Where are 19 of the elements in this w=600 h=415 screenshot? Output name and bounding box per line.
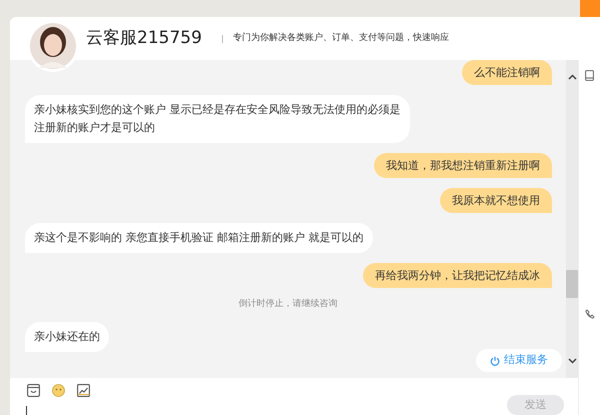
power-icon: [490, 356, 500, 366]
sent-message: 么不能注销啊: [462, 60, 552, 85]
received-message: 亲小妹核实到您的这个账户 显示已经是存在安全风险导致无法使用的必须是注册新的账户才是可以的: [25, 95, 410, 143]
sent-message: 再给我两分钟，让我把记忆结成冰: [363, 263, 552, 288]
agent-name: 云客服215759: [86, 26, 202, 50]
scroll-up-icon[interactable]: [568, 74, 576, 80]
shop-icon[interactable]: [27, 384, 40, 397]
phone-icon[interactable]: [584, 309, 594, 319]
scroll-down-icon[interactable]: [568, 358, 576, 364]
sent-message: 我原本就不想使用: [440, 188, 552, 213]
agent-tagline: 专门为你解决各类账户、订单、支付等问题，快速响应: [232, 32, 449, 45]
image-icon[interactable]: [77, 384, 90, 397]
received-message: 亲小妹还在的: [25, 322, 109, 352]
book-icon[interactable]: [585, 70, 594, 81]
scroll-thumb[interactable]: [566, 270, 578, 298]
received-message: 亲这个是不影响的 亲您直接手机验证 邮箱注册新的账户 就是可以的: [25, 223, 372, 253]
end-service-button[interactable]: 结束服务: [476, 349, 562, 372]
sent-message: 我知道，那我想注销重新注册啊: [374, 153, 552, 178]
system-notice: 倒计时停止，请继续咨询: [238, 298, 338, 311]
